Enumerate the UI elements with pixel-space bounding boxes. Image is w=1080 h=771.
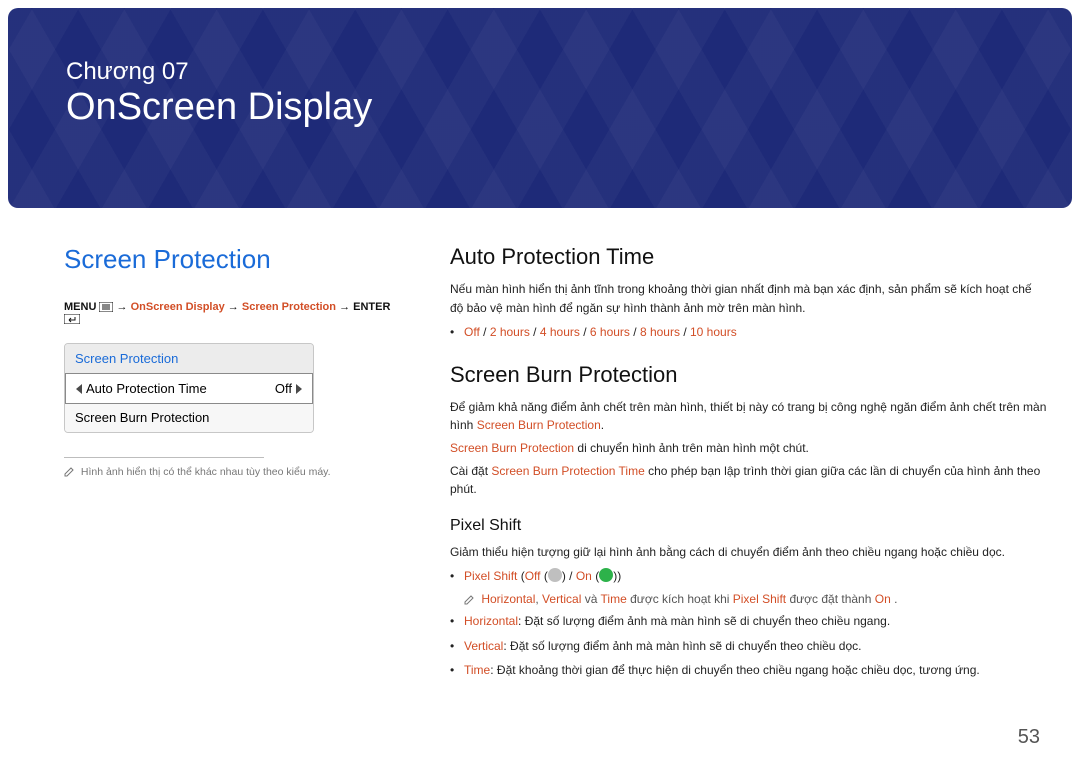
- section-heading: Screen Protection: [64, 244, 394, 275]
- menu-row-label: Auto Protection Time: [86, 381, 207, 396]
- opt-8h: 8 hours: [640, 325, 680, 339]
- arrow-icon: →: [228, 301, 242, 313]
- chevron-right-icon: [296, 384, 302, 394]
- sbp-p3: Cài đặt Screen Burn Protection Time cho …: [450, 462, 1048, 499]
- arrow-icon: →: [339, 301, 353, 313]
- ps-toggle: Pixel Shift (Off () / On ()): [450, 567, 1048, 586]
- ps-note: Horizontal, Vertical và Time được kích h…: [450, 592, 1048, 606]
- chapter-title: OnScreen Display: [66, 87, 1032, 129]
- menu-row-screen-burn: Screen Burn Protection: [65, 403, 313, 432]
- opt-off: Off: [464, 325, 480, 339]
- right-column: Auto Protection Time Nếu màn hình hiển t…: [394, 244, 1048, 700]
- note-icon: [64, 466, 74, 478]
- breadcrumb: MENU → OnScreen Display → Screen Protect…: [64, 301, 394, 325]
- menu-preview: Screen Protection Auto Protection Time O…: [64, 343, 314, 433]
- crumb-part-1: OnScreen Display: [131, 301, 225, 313]
- sbp-p2: Screen Burn Protection di chuyển hình ản…: [450, 439, 1048, 458]
- note-icon: [464, 592, 477, 606]
- footnote-text: Hình ảnh hiển thị có thể khác nhau tùy t…: [81, 466, 331, 478]
- arrow-icon: →: [117, 301, 131, 313]
- menu-header: Screen Protection: [65, 344, 313, 374]
- opt-10h: 10 hours: [690, 325, 737, 339]
- sbp-p1: Để giảm khả năng điểm ảnh chết trên màn …: [450, 398, 1048, 435]
- apt-options: Off / 2 hours / 4 hours / 6 hours / 8 ho…: [450, 323, 1048, 342]
- screen-burn-protection-section: Screen Burn Protection Để giảm khả năng …: [450, 362, 1048, 680]
- ps-time: Time: Đặt khoảng thời gian để thực hiện …: [450, 661, 1048, 680]
- crumb-menu: MENU: [64, 301, 96, 313]
- sbp-heading: Screen Burn Protection: [450, 362, 1048, 388]
- chapter-banner: Chương 07 OnScreen Display: [8, 8, 1072, 208]
- crumb-part-2: Screen Protection: [242, 301, 336, 313]
- ps-body: Giảm thiểu hiện tượng giữ lại hình ảnh b…: [450, 543, 1048, 562]
- content-columns: Screen Protection MENU → OnScreen Displa…: [0, 208, 1080, 700]
- apt-body: Nếu màn hình hiển thị ảnh tĩnh trong kho…: [450, 280, 1048, 317]
- ps-horizontal: Horizontal: Đặt số lượng điểm ảnh mà màn…: [450, 612, 1048, 631]
- menu-icon: [99, 301, 113, 313]
- left-column: Screen Protection MENU → OnScreen Displa…: [64, 244, 394, 700]
- page: Chương 07 OnScreen Display Screen Protec…: [0, 8, 1080, 771]
- menu-row-label: Screen Burn Protection: [75, 410, 209, 425]
- chevron-left-icon: [76, 384, 82, 394]
- radio-off-icon: [548, 568, 562, 582]
- pixel-shift-heading: Pixel Shift: [450, 517, 1048, 535]
- menu-row-value: Off: [275, 381, 292, 396]
- footnote: Hình ảnh hiển thị có thể khác nhau tùy t…: [64, 466, 394, 478]
- ps-vertical: Vertical: Đặt số lượng điểm ảnh mà màn h…: [450, 637, 1048, 656]
- menu-header-label: Screen Protection: [75, 351, 178, 366]
- crumb-enter: ENTER: [353, 301, 390, 313]
- opt-2h: 2 hours: [490, 325, 530, 339]
- menu-row-auto-protection: Auto Protection Time Off: [65, 373, 313, 404]
- page-number: 53: [1018, 726, 1040, 749]
- divider: [64, 457, 264, 458]
- opt-4h: 4 hours: [540, 325, 580, 339]
- apt-heading: Auto Protection Time: [450, 244, 1048, 270]
- radio-on-icon: [599, 568, 613, 582]
- auto-protection-time-section: Auto Protection Time Nếu màn hình hiển t…: [450, 244, 1048, 342]
- enter-icon: [64, 313, 80, 325]
- chapter-label: Chương 07: [66, 58, 1032, 87]
- opt-6h: 6 hours: [590, 325, 630, 339]
